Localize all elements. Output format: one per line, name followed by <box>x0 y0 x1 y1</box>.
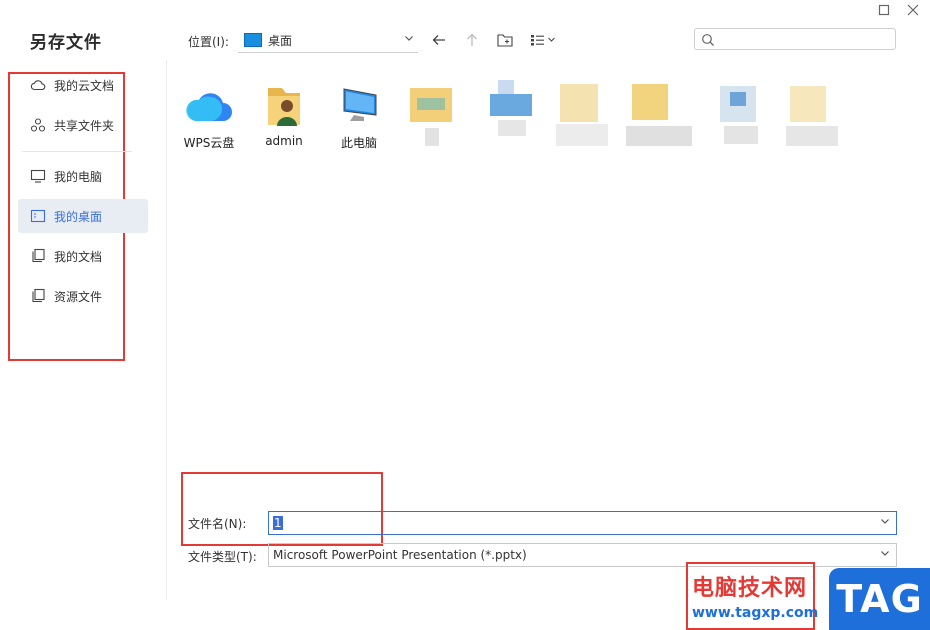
sidebar-item-label: 共享文件夹 <box>54 118 115 133</box>
view-mode-icon[interactable] <box>529 31 559 49</box>
obscured-file-item[interactable] <box>486 80 536 150</box>
obscured-file-item[interactable] <box>556 80 608 150</box>
close-icon[interactable] <box>906 4 920 18</box>
filetype-value: Microsoft PowerPoint Presentation (*.ppt… <box>273 548 527 562</box>
sidebar-item-cloud-docs[interactable]: 我的云文档 <box>18 68 148 102</box>
sidebar-item-resource-files[interactable]: 资源文件 <box>18 279 148 313</box>
resource-icon <box>30 288 46 304</box>
chevron-down-icon <box>404 32 414 46</box>
sidebar-item-label: 我的文档 <box>54 249 103 264</box>
filename-label: 文件名(N): <box>188 517 247 531</box>
watermark-url: www.tagxp.com <box>692 605 819 621</box>
watermark-title: 电脑技术网 <box>692 576 808 601</box>
file-name: 此电脑 <box>340 136 377 150</box>
chevron-down-icon[interactable] <box>880 548 890 561</box>
search-icon <box>701 32 715 51</box>
sidebar-item-my-computer[interactable]: 我的电脑 <box>18 159 148 193</box>
documents-icon <box>30 248 46 264</box>
sidebar-divider-vertical <box>166 60 167 600</box>
chevron-down-icon[interactable] <box>880 516 890 529</box>
share-icon <box>30 117 46 133</box>
location-label: 位置(I): <box>188 35 229 49</box>
desktop-folder-icon <box>244 33 262 47</box>
sidebar-item-my-documents[interactable]: 我的文档 <box>18 239 148 273</box>
obscured-file-item[interactable] <box>626 80 692 150</box>
cloud-icon <box>30 77 46 93</box>
obscured-file-item[interactable] <box>716 80 766 150</box>
wps-cloud-icon <box>174 82 244 132</box>
sidebar-item-label: 我的桌面 <box>54 209 103 224</box>
tag-logo: TAG <box>829 568 930 630</box>
computer-icon <box>324 82 394 132</box>
desktop-icon <box>30 208 46 224</box>
location-value: 桌面 <box>268 33 293 48</box>
back-arrow-icon[interactable] <box>430 31 448 49</box>
sidebar-item-shared-folder[interactable]: 共享文件夹 <box>18 108 148 142</box>
obscured-file-item[interactable] <box>405 80 455 150</box>
user-folder-icon <box>249 82 319 132</box>
new-folder-icon[interactable] <box>496 31 514 49</box>
filename-value: 1 <box>273 516 283 530</box>
file-item-this-pc[interactable]: 此电脑 <box>324 82 394 151</box>
file-item-wps-cloud[interactable]: WPS云盘 <box>174 82 244 151</box>
obscured-file-item[interactable] <box>786 80 838 150</box>
sidebar-item-label: 我的电脑 <box>54 169 103 184</box>
sidebar-item-label: 资源文件 <box>54 289 103 304</box>
up-arrow-icon[interactable] <box>463 31 481 49</box>
sidebar-item-label: 我的云文档 <box>54 78 115 93</box>
filetype-label: 文件类型(T): <box>188 550 257 564</box>
monitor-icon <box>30 168 46 184</box>
search-input[interactable] <box>694 28 896 50</box>
location-select[interactable]: 桌面 <box>238 28 418 53</box>
file-name: WPS云盘 <box>183 136 235 150</box>
file-name: admin <box>265 134 303 148</box>
dialog-title: 另存文件 <box>30 33 102 53</box>
filename-input[interactable]: 1 <box>268 511 897 535</box>
file-item-admin[interactable]: admin <box>249 82 319 148</box>
maximize-icon[interactable] <box>877 4 891 18</box>
sidebar-item-my-desktop[interactable]: 我的桌面 <box>18 199 148 233</box>
sidebar-divider <box>22 151 132 152</box>
